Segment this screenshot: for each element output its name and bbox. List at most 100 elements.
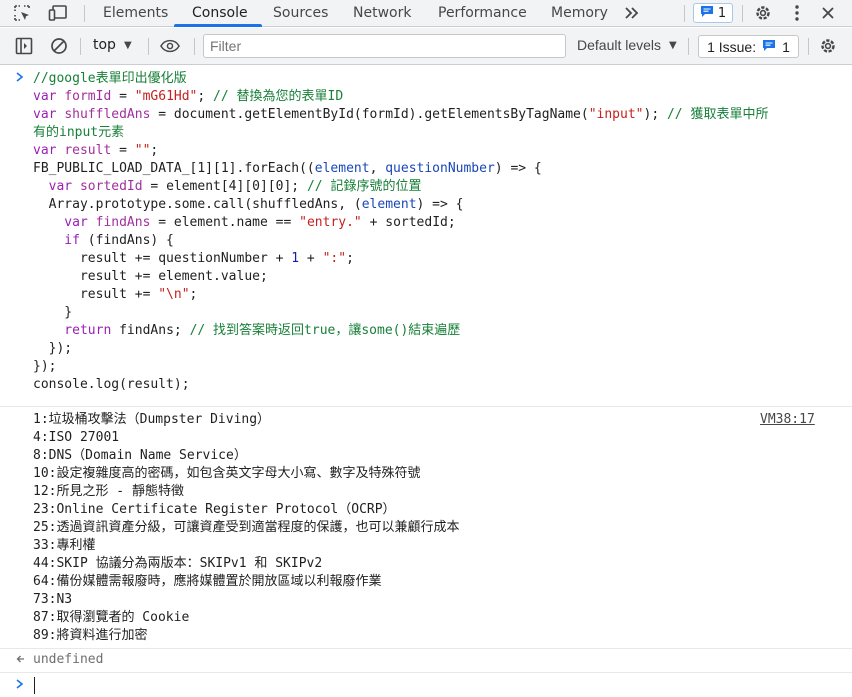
code-token: 1 bbox=[291, 251, 300, 266]
code-line: }); bbox=[33, 340, 73, 358]
sidebar-toggle-icon[interactable] bbox=[14, 37, 34, 55]
inspect-element-icon[interactable] bbox=[12, 4, 32, 22]
message-icon bbox=[700, 5, 714, 22]
code-token: }); bbox=[33, 341, 73, 356]
code-token: formId bbox=[64, 89, 112, 104]
code-line: Array.prototype.some.call(shuffledAns, (… bbox=[33, 196, 464, 214]
code-line: result += questionNumber + 1 + ":"; bbox=[33, 250, 354, 268]
console-settings-gear-icon[interactable] bbox=[818, 37, 838, 55]
output-line: 33:專利權 bbox=[33, 538, 96, 553]
tab-console[interactable]: Console bbox=[192, 0, 248, 27]
code-token: return bbox=[33, 323, 112, 338]
code-line: return findAns; // 找到答案時返回true，讓some()結束… bbox=[33, 322, 460, 340]
code-token: // 獲取表單中所 bbox=[666, 107, 769, 122]
tab-performance[interactable]: Performance bbox=[438, 0, 527, 27]
code-token: result += element.value; bbox=[33, 269, 268, 284]
filter-input[interactable] bbox=[203, 34, 566, 58]
code-token: ; bbox=[346, 251, 354, 266]
issues-label: 1 Issue: bbox=[707, 38, 757, 55]
output-line: 25:透過資訊資產分級，可讓資產受到適當程度的保護，也可以兼顧行成本 bbox=[33, 520, 460, 535]
log-levels-dropdown-icon[interactable]: ▼ bbox=[669, 40, 677, 51]
tab-memory[interactable]: Memory bbox=[551, 0, 608, 27]
toolbar-divider bbox=[688, 38, 689, 55]
code-line: }); bbox=[33, 358, 56, 376]
close-icon[interactable] bbox=[818, 4, 838, 22]
active-tab-indicator bbox=[174, 24, 262, 27]
code-line: var sortedId = element[4][0][0]; // 記錄序號… bbox=[33, 178, 422, 196]
output-line: 87:取得瀏覽者的 Cookie bbox=[33, 610, 190, 625]
more-tabs-icon[interactable] bbox=[622, 4, 642, 22]
code-token: "\n" bbox=[158, 287, 190, 302]
code-token: element bbox=[361, 197, 417, 212]
log-output-message: VM38:17 1:垃圾桶攻擊法（Dumpster Diving） 4:ISO 2… bbox=[0, 407, 852, 649]
code-token: var bbox=[33, 107, 65, 122]
output-line: 64:備份媒體需報廢時，應將媒體置於開放區域以利報廢作業 bbox=[33, 574, 382, 589]
code-token: ; bbox=[150, 143, 159, 158]
code-line: console.log(result); bbox=[33, 376, 190, 394]
text-cursor bbox=[34, 677, 35, 694]
code-token: = bbox=[111, 89, 135, 104]
output-line: 73:N3 bbox=[33, 592, 73, 607]
devtools-tab-bar: Elements Console Sources Network Perform… bbox=[0, 0, 852, 27]
context-dropdown-icon[interactable]: ▼ bbox=[124, 40, 132, 51]
code-token: , bbox=[369, 161, 386, 176]
code-token: Array.prototype.some.call(shuffledAns, ( bbox=[33, 197, 362, 212]
issues-count: 1 bbox=[782, 38, 790, 55]
code-token: // 記錄序號的位置 bbox=[306, 179, 422, 194]
code-token: findAns; bbox=[111, 323, 190, 338]
code-token: = element[4][0][0]; bbox=[142, 179, 307, 194]
code-token: = bbox=[111, 143, 135, 158]
input-code-message: //google表單印出優化版 var formId = "mG61Hd"; //… bbox=[0, 66, 852, 407]
clear-console-icon[interactable] bbox=[49, 37, 69, 55]
console-prompt[interactable] bbox=[0, 674, 852, 697]
toolbar-divider bbox=[80, 38, 81, 55]
live-expression-eye-icon[interactable] bbox=[160, 37, 180, 55]
code-token: result += bbox=[33, 287, 159, 302]
kebab-menu-icon[interactable] bbox=[787, 4, 807, 22]
log-levels-selector[interactable]: Default levels bbox=[577, 37, 661, 53]
code-token: ; bbox=[197, 89, 214, 104]
code-token: 有的input元素 bbox=[33, 125, 125, 140]
tab-sources[interactable]: Sources bbox=[273, 0, 328, 27]
messages-badge[interactable]: 1 bbox=[693, 3, 733, 23]
code-token: "mG61Hd" bbox=[134, 89, 198, 104]
code-token: var bbox=[33, 143, 65, 158]
source-link[interactable]: VM38:17 bbox=[760, 412, 815, 427]
console-messages: //google表單印出優化版 var formId = "mG61Hd"; //… bbox=[0, 66, 852, 697]
code-token: ":" bbox=[322, 251, 347, 266]
output-line: 44:SKIP 協議分為兩版本：SKIPv1 和 SKIPv2 bbox=[33, 556, 323, 571]
code-line: 有的input元素 bbox=[33, 124, 124, 142]
code-line: var findAns = element.name == "entry." +… bbox=[33, 214, 455, 232]
issue-message-icon bbox=[762, 39, 776, 55]
code-line: result += element.value; bbox=[33, 268, 268, 286]
code-token: ); bbox=[643, 107, 667, 122]
prompt-chevron-icon bbox=[16, 678, 24, 692]
code-line: result += "\n"; bbox=[33, 286, 197, 304]
context-selector[interactable]: top bbox=[93, 37, 116, 53]
tab-elements[interactable]: Elements bbox=[103, 0, 168, 27]
code-token: // 找到答案時返回true，讓some()結束遍歷 bbox=[189, 323, 461, 338]
code-token: findAns bbox=[95, 215, 151, 230]
settings-gear-icon[interactable] bbox=[753, 4, 773, 22]
code-line: var formId = "mG61Hd"; // 替換為您的表單ID bbox=[33, 88, 343, 106]
code-token: ; bbox=[189, 287, 198, 302]
device-toolbar-icon[interactable] bbox=[48, 4, 68, 22]
toolbar-divider bbox=[194, 38, 195, 55]
code-token: "" bbox=[134, 143, 151, 158]
issues-button[interactable]: 1 Issue: 1 bbox=[698, 35, 799, 58]
toolbar-divider bbox=[684, 5, 685, 22]
code-token: element bbox=[314, 161, 370, 176]
code-line: } bbox=[33, 304, 72, 322]
code-token: = element.name == bbox=[150, 215, 300, 230]
output-line: 10:設定複雜度高的密碼，如包含英文字母大小寫、數字及特殊符號 bbox=[33, 466, 421, 481]
toolbar-divider bbox=[84, 5, 85, 22]
toolbar-divider bbox=[148, 38, 149, 55]
code-line: FB_PUBLIC_LOAD_DATA_[1][1].forEach((elem… bbox=[33, 160, 542, 178]
code-token: }); bbox=[33, 359, 57, 374]
output-line: 12:所見之形 - 靜態特徵 bbox=[33, 484, 184, 499]
code-token: ) => { bbox=[416, 197, 464, 212]
code-token: sortedId bbox=[79, 179, 143, 194]
tab-network[interactable]: Network bbox=[353, 0, 411, 27]
output-line: 4:ISO 27001 bbox=[33, 430, 120, 445]
code-token: shuffledAns bbox=[64, 107, 151, 122]
